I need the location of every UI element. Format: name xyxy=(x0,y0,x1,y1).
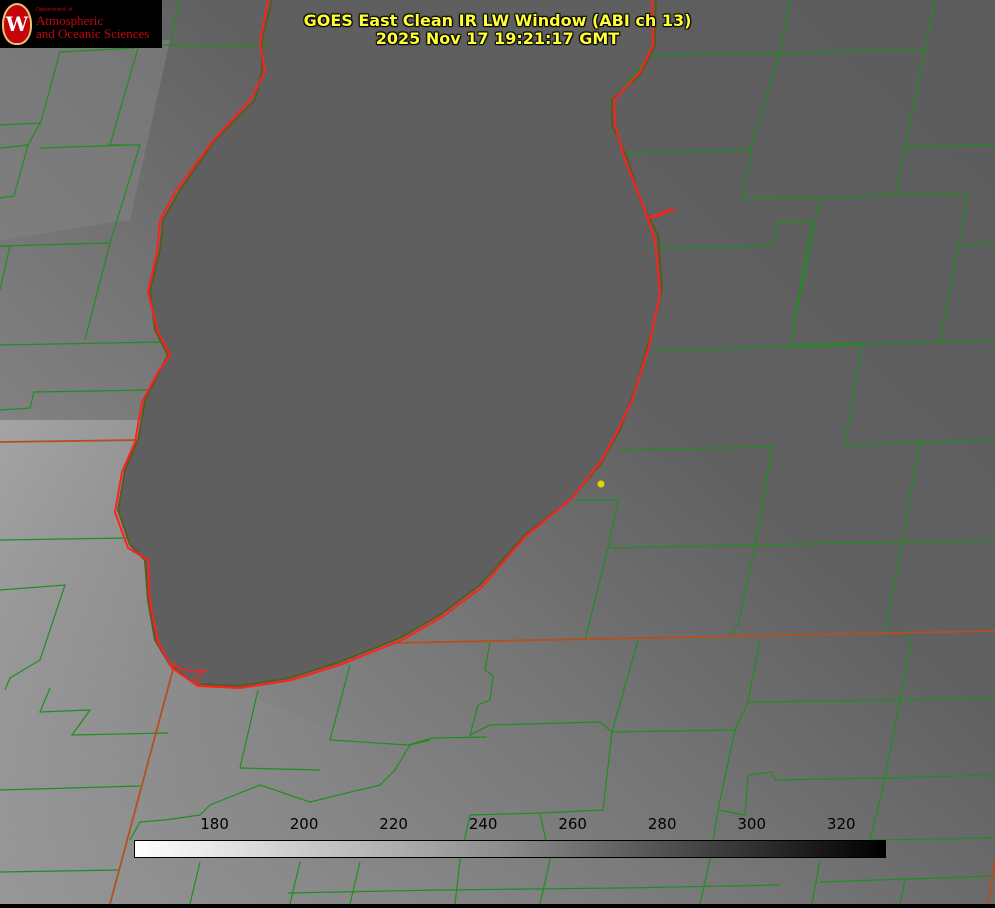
satellite-map: W Department of Atmospheric and Oceanic … xyxy=(0,0,995,905)
colorbar-tick-label: 300 xyxy=(737,815,767,833)
colorbar-tick-label: 180 xyxy=(200,815,229,833)
map-svg xyxy=(0,0,995,905)
timestamp: 2025 Nov 17 19:21:17 GMT xyxy=(375,29,620,48)
colorbar-tick-label: 320 xyxy=(826,815,856,833)
colorbar-tick-label: 280 xyxy=(647,815,677,833)
colorbar-tick-label: 220 xyxy=(379,815,408,833)
colorbar-tick-label: 240 xyxy=(468,815,498,833)
location-marker xyxy=(597,480,605,488)
colorbar-tick-label: 200 xyxy=(289,815,319,833)
product-title: GOES East Clean IR LW Window (ABI ch 13) xyxy=(303,11,692,30)
colorbar xyxy=(134,840,886,858)
colorbar-tick-label: 260 xyxy=(558,815,587,833)
